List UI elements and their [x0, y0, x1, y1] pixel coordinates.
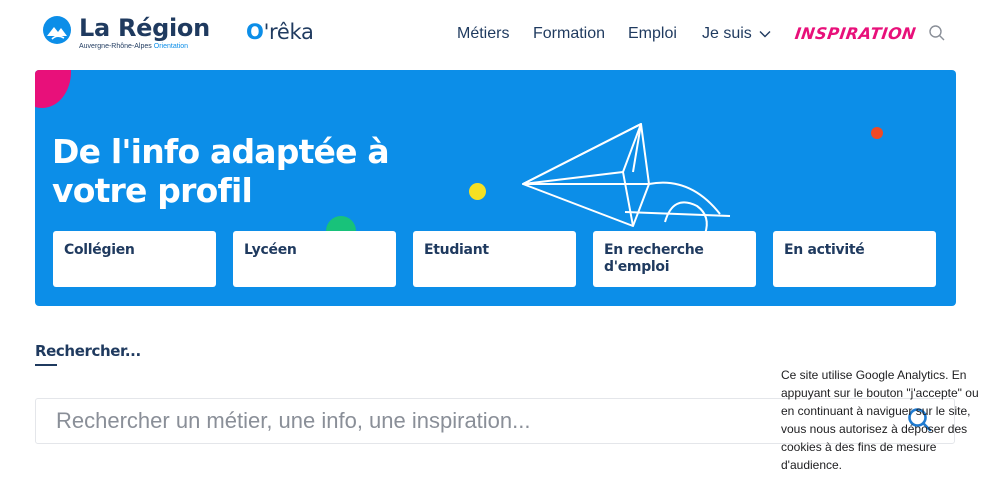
profile-card-recherche-emploi[interactable]: En recherche d'emploi	[593, 231, 756, 287]
heading-underline	[35, 364, 57, 366]
search-icon[interactable]	[928, 24, 946, 42]
search-input[interactable]	[56, 399, 756, 443]
profile-card-lyceen[interactable]: Lycéen	[233, 231, 396, 287]
decorative-pink-shape	[35, 70, 71, 108]
profile-card-en-activite[interactable]: En activité	[773, 231, 936, 287]
decorative-red-dot	[871, 127, 883, 139]
oreka-brand[interactable]: O'rêka	[246, 20, 314, 44]
decorative-yellow-dot	[469, 183, 486, 200]
region-logo-icon	[43, 16, 71, 44]
nav-je-suis[interactable]: Je suis	[702, 25, 771, 43]
nav-je-suis-label: Je suis	[702, 25, 752, 42]
chevron-down-icon	[759, 31, 771, 38]
hero-banner: De l'info adaptée à votre profil Collégi…	[35, 70, 956, 306]
oreka-brand-prefix: O	[246, 20, 264, 44]
profile-card-collegien[interactable]: Collégien	[53, 231, 216, 287]
oreka-brand-rest: 'rêka	[263, 20, 314, 44]
nav-metiers[interactable]: Métiers	[457, 25, 509, 43]
profile-card-label: Etudiant	[424, 242, 489, 258]
search-heading: Rechercher...	[35, 342, 141, 360]
site-header: La Région Auvergne-Rhône-Alpes Orientatio…	[0, 0, 1000, 66]
nav-formation[interactable]: Formation	[533, 25, 605, 43]
profile-card-label: En recherche d'emploi	[604, 242, 704, 275]
profile-card-label: En activité	[784, 242, 865, 258]
cookie-notice: Ce site utilise Google Analytics. En app…	[781, 368, 979, 472]
region-logo[interactable]: La Région Auvergne-Rhône-Alpes Orientatio…	[42, 15, 210, 50]
profile-card-etudiant[interactable]: Etudiant	[413, 231, 576, 287]
logo-subtitle: Auvergne-Rhône-Alpes Orientation	[79, 43, 189, 50]
profile-card-label: Collégien	[64, 242, 135, 258]
nav-emploi[interactable]: Emploi	[628, 25, 677, 43]
profile-card-label: Lycéen	[244, 242, 297, 258]
hero-title: De l'info adaptée à votre profil	[52, 132, 390, 210]
paper-plane-icon	[522, 123, 731, 235]
logo-title: La Région	[79, 14, 210, 42]
nav-inspiration[interactable]: INSPIRATION	[794, 24, 918, 43]
